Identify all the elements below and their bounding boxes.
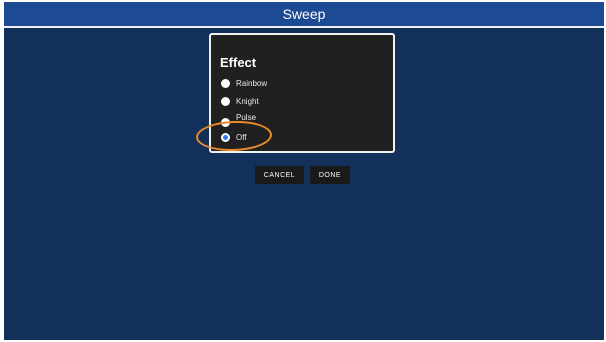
- effect-option-rainbow[interactable]: Rainbow: [221, 76, 267, 90]
- effect-option-knight[interactable]: Knight: [221, 94, 259, 108]
- done-button[interactable]: DONE: [310, 166, 350, 184]
- dialog-title: Effect: [220, 55, 257, 70]
- cancel-button[interactable]: CANCEL: [255, 166, 304, 184]
- option-label: Rainbow: [236, 78, 268, 88]
- option-label: Knight: [236, 96, 259, 106]
- radio-button[interactable]: [221, 78, 230, 88]
- app-frame: Sweep Effect Rainbow Knight Pulse Off CA…: [4, 2, 604, 340]
- page-title: Sweep: [4, 2, 604, 28]
- radio-button[interactable]: [221, 96, 230, 106]
